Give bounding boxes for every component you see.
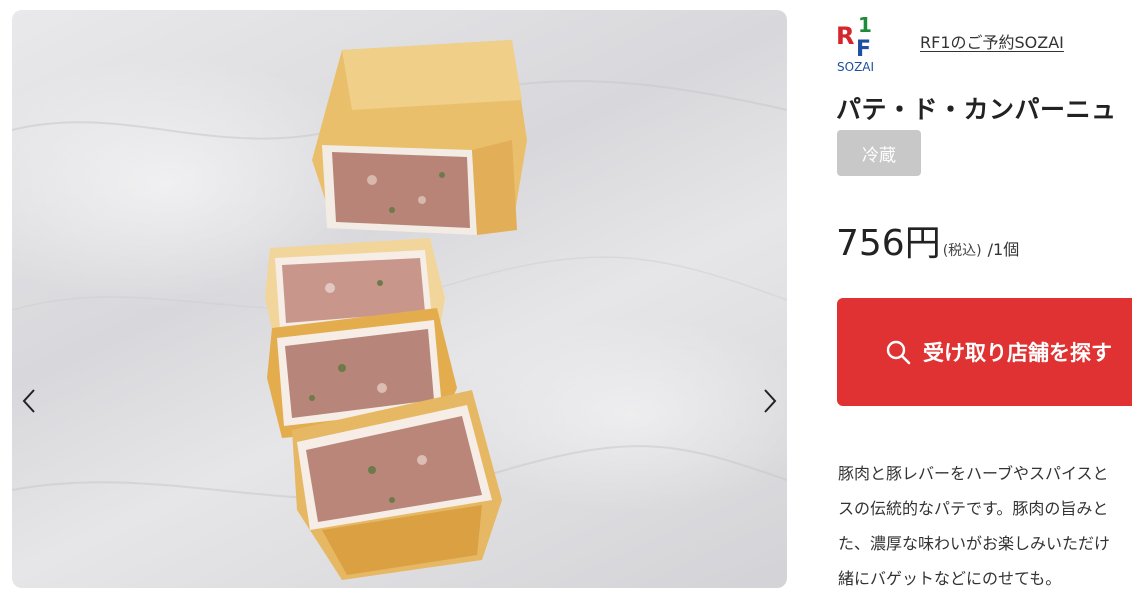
product-title: パテ・ド・カンパーニュ (836, 95, 1117, 124)
brand-link[interactable]: RF1のご予約SOZAI (920, 29, 1064, 53)
description-line: 緒にバゲットなどにのせても。 (838, 569, 1062, 588)
chevron-left-icon (22, 389, 35, 413)
price: 756円 (836, 223, 941, 264)
gallery-prev-button[interactable] (14, 378, 44, 424)
svg-text:F: F (856, 37, 871, 62)
product-description: 豚肉と豚レバーをハーブやスパイスと スの伝統的なパテです。豚肉の旨みと た、濃厚… (838, 456, 1132, 596)
chevron-right-icon (764, 389, 777, 413)
tax-note: (税込) (942, 243, 982, 259)
price-row: 756円 (税込) /1個 (836, 214, 1019, 266)
find-store-label: 受け取り店舗を探す (923, 341, 1112, 365)
find-store-button[interactable]: 受け取り店舗を探す (837, 298, 1132, 406)
svg-text:1: 1 (858, 13, 872, 37)
rf1-sozai-logo[interactable]: R 1 F SOZAI (836, 10, 882, 74)
gallery-next-button[interactable] (755, 378, 785, 424)
description-line: スの伝統的なパテです。豚肉の旨みと (838, 499, 1109, 518)
svg-text:SOZAI: SOZAI (837, 60, 874, 74)
storage-badge: 冷蔵 (837, 130, 921, 176)
unit: /1個 (987, 240, 1020, 259)
description-line: た、濃厚な味わいがお楽しみいただけ (838, 534, 1111, 553)
description-line: 豚肉と豚レバーをハーブやスパイスと (838, 464, 1109, 483)
product-photo (12, 40, 787, 580)
svg-text:R: R (836, 22, 854, 50)
rf1-logo-icon: R 1 F SOZAI (836, 13, 874, 74)
search-icon (886, 340, 911, 365)
product-image-gallery (12, 10, 787, 588)
